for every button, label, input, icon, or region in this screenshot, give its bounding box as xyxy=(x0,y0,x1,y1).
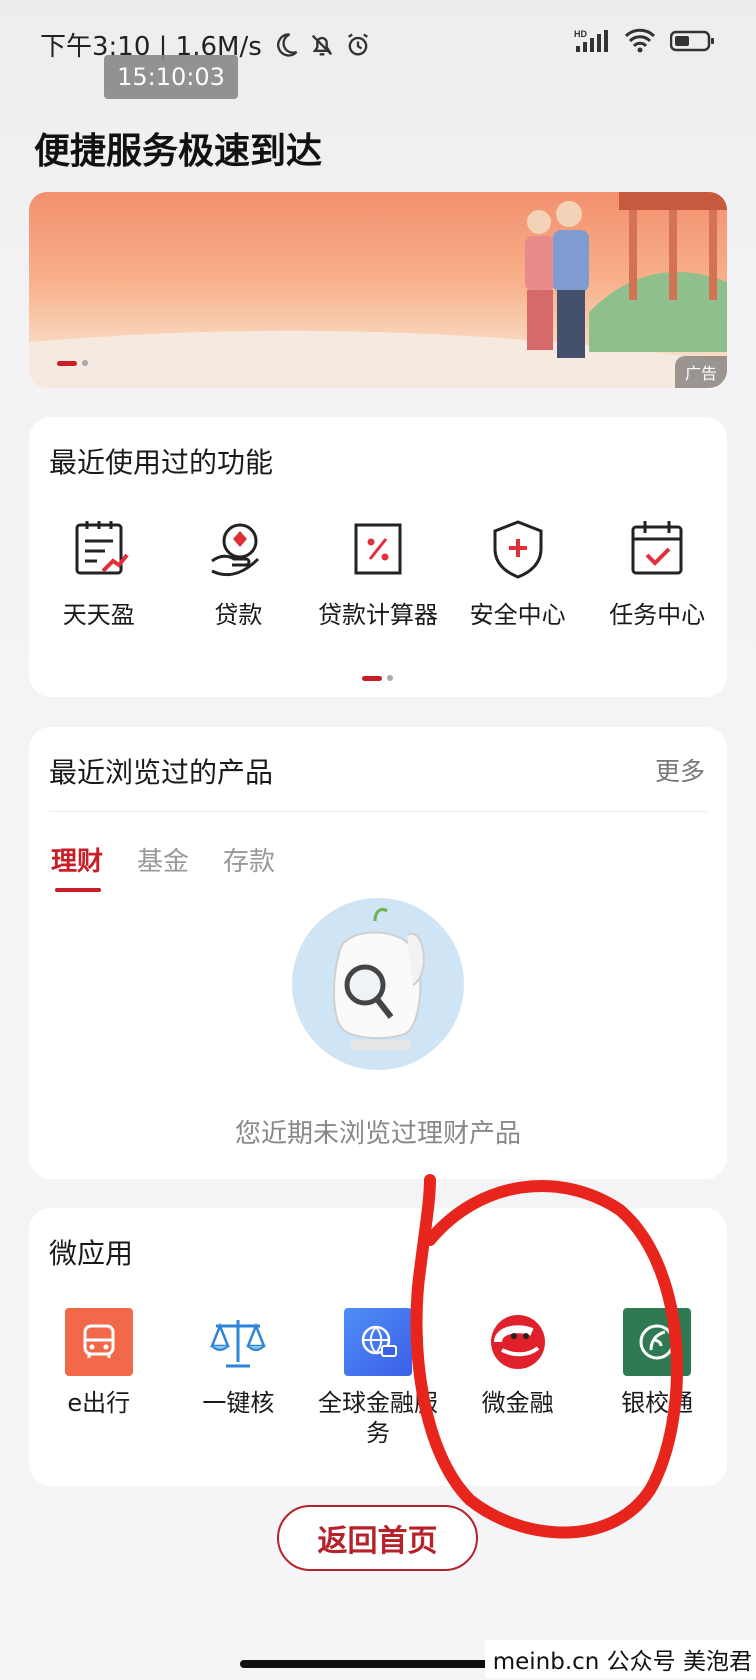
shield-plus-icon xyxy=(493,520,543,579)
function-item-loan[interactable]: 贷款 xyxy=(169,517,309,630)
function-item-security-center[interactable]: 安全中心 xyxy=(448,517,588,630)
micro-apps-title: 微应用 xyxy=(49,1237,134,1270)
recent-products-card: 最近浏览过的产品 更多 理财 基金 存款 您近期未浏览过理财产品 xyxy=(29,727,727,1179)
moon-icon xyxy=(276,32,298,57)
calendar-check-icon xyxy=(631,521,683,575)
function-item-tiantianying[interactable]: 天天盈 xyxy=(29,517,169,630)
status-right: HD xyxy=(574,28,716,54)
ad-badge: 广告 xyxy=(674,356,727,388)
page-title: 便捷服务极速到达 xyxy=(34,131,323,172)
app-item-e-travel[interactable]: e出行 xyxy=(29,1308,169,1448)
function-label: 任务中心 xyxy=(609,601,706,629)
recent-functions-grid: 天天盈 贷款 贷款计算器 安全中心 任务中心 xyxy=(29,517,727,630)
home-indicator[interactable] xyxy=(240,1660,516,1668)
app-label: 微金融 xyxy=(481,1389,554,1417)
leaf-logo-icon xyxy=(623,1308,692,1376)
percent-calculator-icon xyxy=(354,523,402,575)
app-item-global-finance[interactable]: 全球金融服务 xyxy=(308,1308,448,1448)
recent-products-title: 最近浏览过的产品 xyxy=(49,756,274,789)
promo-banner[interactable]: 广告 xyxy=(29,192,727,388)
function-item-task-center[interactable]: 任务中心 xyxy=(587,517,727,630)
app-item-micro-finance[interactable]: 微金融 xyxy=(448,1308,588,1448)
elderly-couple-figure xyxy=(525,201,589,358)
app-item-one-click-verify[interactable]: 一键核 xyxy=(169,1308,309,1448)
micro-finance-logo-icon xyxy=(484,1308,552,1376)
function-label: 贷款计算器 xyxy=(317,601,438,629)
scales-icon xyxy=(204,1308,272,1376)
banner-pagination xyxy=(57,360,88,366)
bell-off-icon xyxy=(311,34,332,55)
svg-text:HD: HD xyxy=(574,29,587,39)
functions-pagination xyxy=(362,675,393,681)
tab-wealth[interactable]: 理财 xyxy=(51,841,103,892)
banner-illustration xyxy=(29,192,727,388)
tab-fund[interactable]: 基金 xyxy=(137,841,189,878)
recent-functions-card: 最近使用过的功能 天天盈 贷款 贷款计算器 安全中心 任务中心 xyxy=(29,417,727,697)
micro-apps-card: 微应用 e出行 一键核 全球金融服务 微金融 银校通 xyxy=(29,1208,727,1486)
micro-apps-grid: e出行 一键核 全球金融服务 微金融 银校通 xyxy=(29,1308,727,1448)
function-label: 安全中心 xyxy=(469,601,566,629)
tab-deposit[interactable]: 存款 xyxy=(223,841,275,878)
alarm-icon xyxy=(347,33,368,56)
divider xyxy=(49,811,707,812)
status-icons-left xyxy=(272,31,372,59)
function-label: 天天盈 xyxy=(62,601,135,629)
watermark-text: meinb.cn 公众号 美泡君 xyxy=(484,1640,756,1678)
pagination-dot xyxy=(387,675,393,681)
app-label: 一键核 xyxy=(202,1389,275,1417)
loan-hand-icon xyxy=(211,523,260,577)
return-home-button[interactable]: 返回首页 xyxy=(277,1505,478,1571)
yield-doc-icon xyxy=(75,521,129,575)
app-label: e出行 xyxy=(67,1389,131,1417)
empty-state-illustration xyxy=(292,898,464,1070)
app-label: 银校通 xyxy=(621,1389,694,1417)
screenshot-clock-overlay: 15:10:03 xyxy=(104,55,238,99)
pagination-dot-active xyxy=(57,360,77,366)
hd-signal-icon: HD xyxy=(574,29,608,52)
function-item-loan-calculator[interactable]: 贷款计算器 xyxy=(308,517,448,630)
wifi-icon xyxy=(624,28,656,53)
more-link[interactable]: 更多 xyxy=(655,752,705,788)
battery-icon xyxy=(670,30,714,52)
product-tabs: 理财 基金 存款 xyxy=(51,841,275,892)
pagination-dot xyxy=(82,360,88,366)
app-label: 全球金融服务 xyxy=(317,1389,438,1447)
pagination-dot-active xyxy=(362,675,382,681)
recent-functions-title: 最近使用过的功能 xyxy=(49,446,274,479)
bus-icon xyxy=(64,1308,133,1376)
function-label: 贷款 xyxy=(214,601,263,629)
globe-card-icon xyxy=(343,1308,412,1376)
empty-state-text: 您近期未浏览过理财产品 xyxy=(234,1119,521,1149)
app-item-campus-link[interactable]: 银校通 xyxy=(587,1308,727,1448)
